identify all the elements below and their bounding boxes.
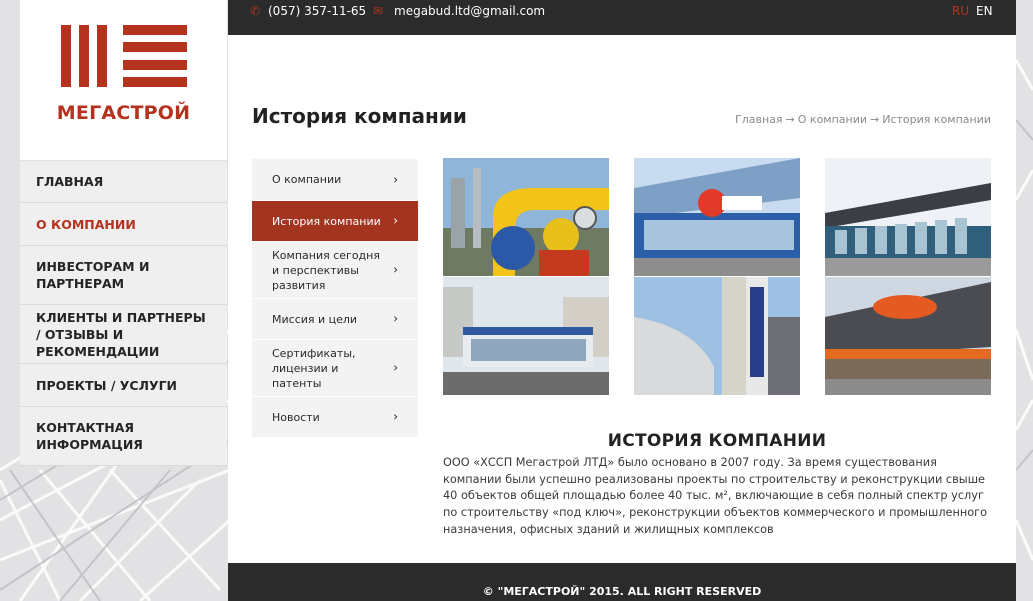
subnav-item-certificates[interactable]: Сертификаты, лицензии и патенты › [252, 340, 418, 397]
breadcrumb-about[interactable]: О компании [798, 113, 867, 126]
breadcrumb-home[interactable]: Главная [735, 113, 783, 126]
chevron-right-icon: › [393, 172, 398, 186]
atb-store-photo[interactable] [634, 158, 800, 276]
footer: © "МЕГАСТРОЙ" 2015. ALL RIGHT RESERVED [228, 563, 1016, 601]
sidebar-item-projects[interactable]: ПРОЕКТЫ / УСЛУГИ [20, 364, 227, 407]
breadcrumb-current: История компании [882, 113, 991, 126]
chevron-right-icon: › [393, 409, 398, 424]
subnav-item-about[interactable]: О компании › [252, 159, 418, 201]
sidebar-item-about[interactable]: О КОМПАНИИ [20, 203, 227, 246]
subnav-item-label: История компании [272, 214, 381, 228]
subnav-item-history[interactable]: История компании › [252, 201, 418, 242]
subnav-item-mission[interactable]: Миссия и цели › [252, 299, 418, 340]
breadcrumb-arrow-icon: → [870, 113, 880, 126]
industrial-pipes-photo[interactable] [443, 158, 609, 276]
breadcrumb: Главная → О компании → История компании [735, 113, 991, 126]
subnav-item-label: Сертификаты, лицензии и патенты [272, 346, 356, 390]
subnav-item-label: О компании [272, 173, 342, 186]
subnav-item-today[interactable]: Компания сегодня и перспективы развития … [252, 242, 418, 299]
chevron-right-icon: › [393, 213, 398, 228]
photo-gallery [443, 158, 991, 395]
main-panel: ✆ (057) 357-11-65 ✉ megabud.ltd@gmail.co… [228, 0, 1016, 601]
sidebar-item-clients[interactable]: КЛИЕНТЫ И ПАРТНЕРЫ / ОТЗЫВЫ И РЕКОМЕНДАЦ… [20, 305, 227, 364]
language-en[interactable]: EN [976, 4, 993, 18]
chevron-right-icon: › [393, 311, 398, 326]
car-showroom-photo[interactable] [443, 277, 609, 395]
subnav-item-label: Компания сегодня и перспективы развития [272, 248, 380, 292]
sidebar-item-investors[interactable]: ИНВЕСТОРАМ И ПАРТНЕРАМ [20, 246, 227, 305]
airport-terminal-photo[interactable] [825, 158, 991, 276]
top-bar: ✆ (057) 357-11-65 ✉ megabud.ltd@gmail.co… [228, 0, 1016, 35]
phone-icon: ✆ [250, 4, 261, 18]
subnav-item-label: Новости [272, 410, 320, 424]
cinema-building-photo[interactable] [825, 277, 991, 395]
phone-number[interactable]: (057) 357-11-65 [268, 4, 366, 18]
sub-nav: О компании › История компании › Компания… [252, 159, 418, 438]
sidebar-item-home[interactable]: ГЛАВНАЯ [20, 161, 227, 203]
sidebar-item-contacts[interactable]: КОНТАКТНАЯ ИНФОРМАЦИЯ [20, 407, 227, 466]
subnav-item-news[interactable]: Новости › [252, 397, 418, 438]
mail-icon: ✉ [373, 4, 384, 18]
sidebar-nav: ГЛАВНАЯ О КОМПАНИИ ИНВЕСТОРАМ И ПАРТНЕРА… [20, 161, 227, 466]
about-text: ООО «ХССП Мегастрой ЛТД» было основано в… [443, 456, 988, 536]
subnav-item-label: Миссия и цели [272, 312, 358, 326]
email-link[interactable]: megabud.ltd@gmail.com [394, 4, 545, 18]
language-ru[interactable]: RU [952, 4, 969, 18]
logo-block[interactable]: МЕГАСТРОЙ [20, 0, 227, 160]
page-title: История компании [252, 104, 467, 128]
chevron-right-icon: › [393, 360, 398, 375]
copyright-text: © "МЕГАСТРОЙ" 2015. ALL RIGHT RESERVED [482, 585, 762, 598]
chevron-right-icon: › [393, 262, 398, 277]
breadcrumb-arrow-icon: → [785, 113, 795, 126]
about-title: ИСТОРИЯ КОМПАНИИ [607, 431, 827, 451]
stacked-bars-logo-icon [61, 25, 187, 87]
industrial-chimney-photo[interactable] [634, 277, 800, 395]
brand-name: МЕГАСТРОЙ [56, 102, 191, 124]
